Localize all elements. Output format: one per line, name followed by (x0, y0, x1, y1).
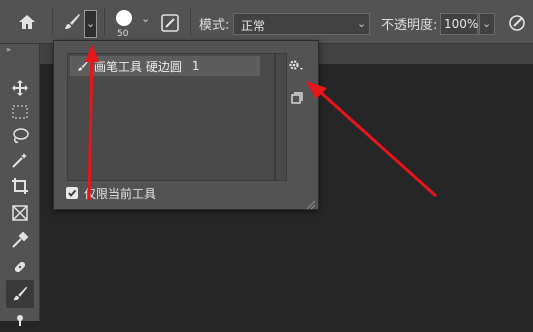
annotation-arrow-vertical (87, 52, 94, 201)
annotation-arrow-diagonal (316, 88, 438, 198)
annotation-arrows (85, 44, 438, 201)
annotation-arrowhead-vertical (85, 44, 99, 62)
